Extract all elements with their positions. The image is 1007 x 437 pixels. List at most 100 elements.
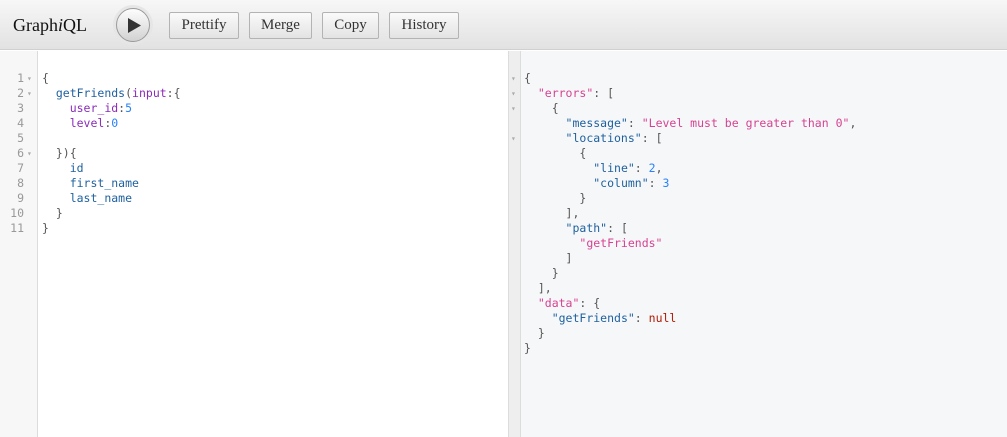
code-token: : [ — [593, 86, 615, 100]
code-token: "locations" — [565, 131, 642, 145]
query-line: } — [42, 206, 181, 221]
code-token: : [ — [641, 131, 663, 145]
code-token: { — [579, 146, 587, 160]
code-token: "column" — [593, 176, 649, 190]
query-code[interactable]: { getFriends(input:{ user_id:5 level:0 }… — [42, 71, 181, 236]
code-token: "path" — [565, 221, 608, 235]
code-token: ( — [125, 86, 133, 100]
line-number: 8 — [17, 176, 24, 190]
code-token: ], — [565, 206, 580, 220]
result-line: "getFriends": null — [524, 311, 856, 326]
code-token: 5 — [125, 101, 133, 115]
result-line: "message": "Level must be greater than 0… — [524, 116, 857, 131]
code-token: "message" — [565, 116, 628, 130]
code-token: level — [69, 116, 105, 130]
line-number: 7 — [17, 161, 24, 175]
query-line: level:0 — [42, 116, 181, 131]
fold-arrow-icon[interactable]: ▾ — [27, 71, 32, 86]
code-token: "Level must be greater than 0" — [641, 116, 850, 130]
result-line: { — [524, 146, 856, 161]
code-token: "getFriends" — [551, 311, 635, 325]
code-token: } — [524, 341, 531, 355]
code-token: first_name — [69, 176, 139, 190]
merge-button[interactable]: Merge — [249, 12, 312, 39]
query-line: user_id:5 — [42, 101, 181, 116]
execute-query-button[interactable] — [116, 8, 150, 42]
result-viewer: ▾ ▾ ▾ ▾ { "errors": [ { "message": "Level … — [511, 51, 1007, 437]
fold-arrow-icon[interactable]: ▾ — [27, 146, 32, 161]
history-button[interactable]: History — [389, 12, 459, 39]
app-title-suffix: QL — [63, 15, 87, 35]
prettify-button[interactable]: Prettify — [169, 12, 239, 39]
fold-arrow-icon[interactable]: ▾ — [511, 71, 516, 86]
line-numbers: 1 2 3 4 5 6 7 8 9 10 11 — [0, 71, 24, 236]
result-json: { "errors": [ { "message": "Level must b… — [524, 71, 856, 356]
fold-arrow-icon[interactable]: ▾ — [511, 131, 516, 146]
code-token: } — [537, 326, 545, 340]
line-number: 3 — [17, 101, 24, 115]
result-line: ] — [524, 251, 856, 266]
result-line: ], — [524, 206, 856, 221]
line-number: 10 — [10, 206, 24, 220]
result-line: "data": { — [524, 296, 856, 311]
query-line: id — [42, 161, 181, 176]
code-token: 3 — [662, 176, 670, 190]
result-line: "getFriends" — [524, 236, 856, 251]
code-token: { — [524, 71, 531, 85]
code-token: :{ — [166, 86, 181, 100]
result-line: { — [524, 101, 856, 116]
fold-arrow-icon[interactable]: ▾ — [511, 86, 516, 101]
result-line: } — [524, 341, 856, 356]
query-line: getFriends(input:{ — [42, 86, 181, 101]
code-token: { — [42, 71, 49, 85]
query-editor[interactable]: { getFriends(input:{ user_id:5 level:0 }… — [38, 51, 508, 437]
line-number: 5 — [17, 131, 24, 145]
query-line: }){ — [42, 146, 181, 161]
query-line: first_name — [42, 176, 181, 191]
code-token: getFriends — [55, 86, 126, 100]
line-number: 6 — [17, 146, 24, 160]
fold-arrow-icon[interactable]: ▾ — [511, 101, 516, 116]
code-token: id — [69, 161, 84, 175]
code-token: 0 — [111, 116, 119, 130]
code-token: , — [655, 161, 663, 175]
query-line: { — [42, 71, 181, 86]
line-number: 9 — [17, 191, 24, 205]
result-line: "column": 3 — [524, 176, 856, 191]
line-number: 1 — [17, 71, 24, 85]
code-token: ] — [565, 251, 573, 265]
code-token: "data" — [537, 296, 580, 310]
code-token: }){ — [55, 146, 77, 160]
code-token: } — [55, 206, 63, 220]
fold-arrow-icon[interactable]: ▾ — [27, 86, 32, 101]
app-title: GraphiQL — [13, 15, 87, 36]
result-line: "locations": [ — [524, 131, 856, 146]
copy-button[interactable]: Copy — [322, 12, 379, 39]
